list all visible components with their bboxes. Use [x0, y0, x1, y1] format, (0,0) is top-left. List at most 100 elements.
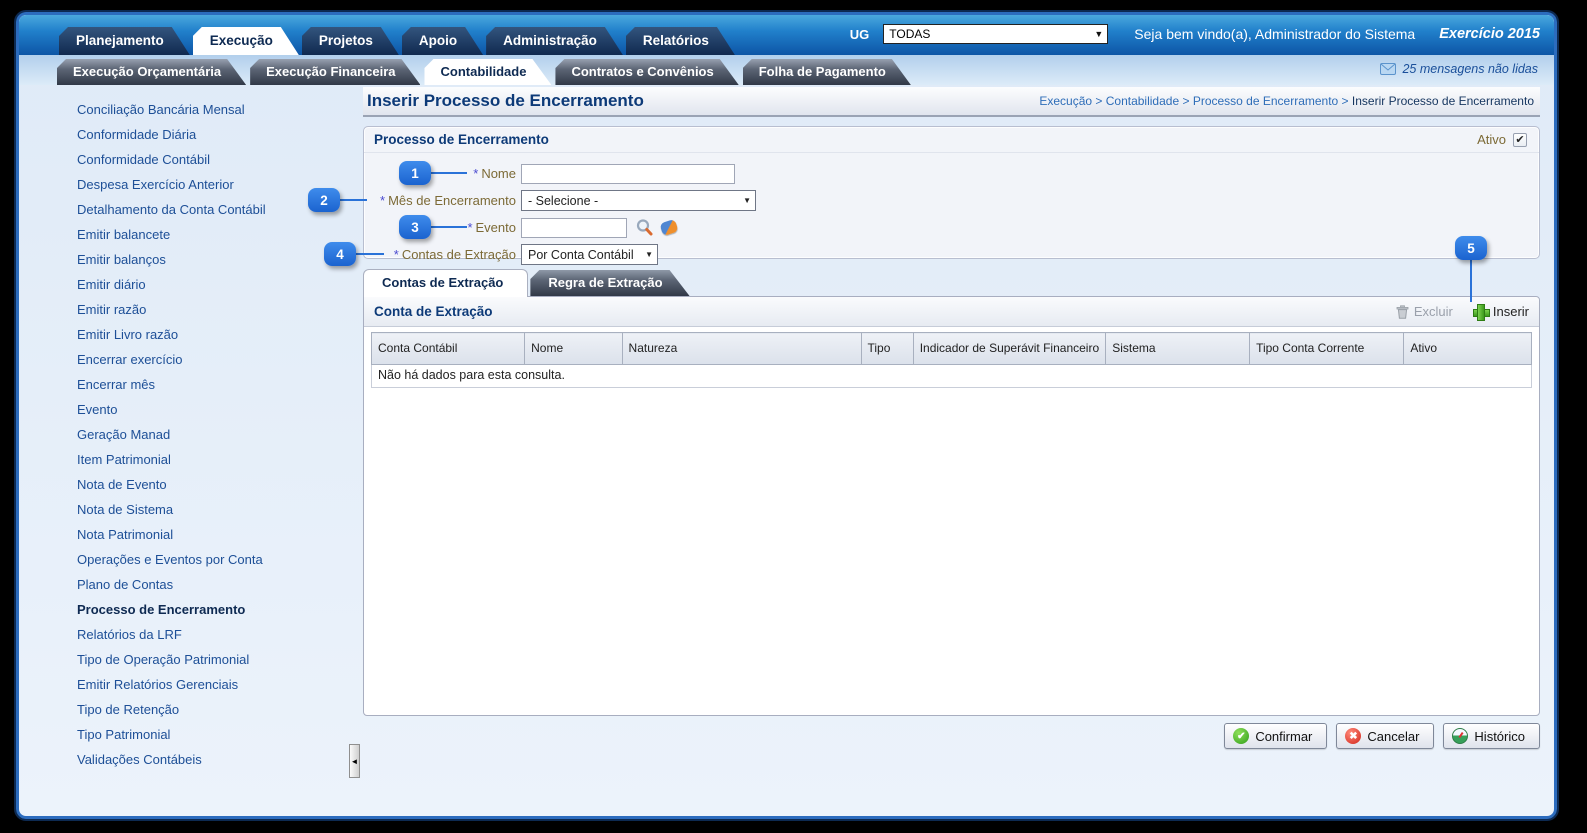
- sidebar-item-emitir-razao[interactable]: Emitir razão: [77, 297, 357, 322]
- sidebar-item-emitir-balancos[interactable]: Emitir balanços: [77, 247, 357, 272]
- ug-select-value: TODAS: [889, 27, 930, 41]
- sidebar-item-tipo-de-operacao-patrimonial[interactable]: Tipo de Operação Patrimonial: [77, 647, 357, 672]
- form-panel-title: Processo de Encerramento: [374, 132, 549, 147]
- form-row-evento: *Evento: [364, 214, 1539, 241]
- confirm-icon: [1233, 728, 1249, 744]
- form-row-mes-encerramento: *Mês de Encerramento - Selecione - ▼: [364, 187, 1539, 214]
- sidebar-item-conformidade-contabil[interactable]: Conformidade Contábil: [77, 147, 357, 172]
- sidebar-item-encerrar-mes[interactable]: Encerrar mês: [77, 372, 357, 397]
- secondary-tab-folha-de-pagamento[interactable]: Folha de Pagamento: [743, 59, 911, 85]
- annotation-connector-2: [340, 199, 367, 201]
- sidebar-item-nota-patrimonial[interactable]: Nota Patrimonial: [77, 522, 357, 547]
- primary-tab-projetos[interactable]: Projetos: [302, 27, 399, 55]
- form-row-contas-extracao: *Contas de Extração Por Conta Contábil ▼: [364, 241, 1539, 268]
- breadcrumb-separator: >: [1092, 94, 1106, 108]
- excluir-button[interactable]: Excluir: [1396, 304, 1453, 319]
- annotation-badge-5: 5: [1455, 236, 1487, 260]
- nome-input[interactable]: [521, 164, 735, 184]
- sidebar-item-encerrar-exercicio[interactable]: Encerrar exercício: [77, 347, 357, 372]
- app-window: PlanejamentoExecuçãoProjetosApoioAdminis…: [16, 12, 1557, 819]
- secondary-tab-execucao-orcamentaria[interactable]: Execução Orçamentária: [57, 59, 246, 85]
- breadcrumb-contabilidade[interactable]: Contabilidade: [1106, 94, 1179, 108]
- sidebar-item-emitir-diario[interactable]: Emitir diário: [77, 272, 357, 297]
- tab-contas-de-extracao[interactable]: Contas de Extração: [363, 269, 528, 297]
- primary-tab-apoio[interactable]: Apoio: [402, 27, 483, 55]
- secondary-tab-execucao-financeira[interactable]: Execução Financeira: [250, 59, 420, 85]
- historico-button[interactable]: Histórico: [1443, 723, 1540, 749]
- sidebar-item-tipo-de-retencao[interactable]: Tipo de Retenção: [77, 697, 357, 722]
- mes-encerramento-select[interactable]: - Selecione - ▼: [521, 190, 756, 211]
- secondary-tab-contabilidade[interactable]: Contabilidade: [424, 59, 551, 85]
- exercise-label: Exercício 2015: [1439, 26, 1540, 42]
- sidebar-item-processo-de-encerramento[interactable]: Processo de Encerramento: [77, 597, 357, 622]
- tab-regra-de-extracao[interactable]: Regra de Extração: [530, 270, 689, 296]
- mes-encerramento-value: - Selecione -: [528, 194, 598, 208]
- form-fields: *Nome *Mês de Encerramento - Selecione -…: [364, 153, 1539, 268]
- top-navigation-bar: PlanejamentoExecuçãoProjetosApoioAdminis…: [19, 15, 1554, 55]
- annotation-badge-4: 4: [324, 242, 356, 266]
- sidebar-item-conciliacao-bancaria-mensal[interactable]: Conciliação Bancária Mensal: [77, 97, 357, 122]
- annotation-connector-5: [1470, 260, 1472, 302]
- column-tipo: Tipo: [861, 333, 913, 365]
- form-actions: Confirmar Cancelar Histórico: [363, 723, 1540, 749]
- sidebar-item-evento[interactable]: Evento: [77, 397, 357, 422]
- messages-link[interactable]: 25 mensagens não lidas: [1380, 62, 1538, 76]
- ativo-label: Ativo: [1477, 132, 1506, 147]
- contas-extracao-label: *Contas de Extração: [364, 247, 516, 262]
- secondary-tab-contratos-e-convenios[interactable]: Contratos e Convênios: [555, 59, 738, 85]
- sidebar-item-nota-de-evento[interactable]: Nota de Evento: [77, 472, 357, 497]
- cancelar-button[interactable]: Cancelar: [1336, 723, 1434, 749]
- sidebar-item-operacoes-e-eventos-por-conta[interactable]: Operações e Eventos por Conta: [77, 547, 357, 572]
- column-indicador-de-superavit-financeiro: Indicador de Superávit Financeiro: [913, 333, 1106, 365]
- sidebar-item-tipo-patrimonial[interactable]: Tipo Patrimonial: [77, 722, 357, 747]
- breadcrumb-separator: >: [1179, 94, 1193, 108]
- primary-tab-planejamento[interactable]: Planejamento: [59, 27, 190, 55]
- eraser-icon[interactable]: [659, 219, 678, 236]
- breadcrumb-execucao[interactable]: Execução: [1039, 94, 1092, 108]
- sidebar-item-nota-de-sistema[interactable]: Nota de Sistema: [77, 497, 357, 522]
- ug-select[interactable]: TODAS ▼: [883, 24, 1108, 44]
- column-conta-contabil: Conta Contábil: [372, 333, 525, 365]
- empty-message: Não há dados para esta consulta.: [371, 365, 1532, 388]
- sidebar-item-relatorios-da-lrf[interactable]: Relatórios da LRF: [77, 622, 357, 647]
- historico-label: Histórico: [1474, 729, 1525, 744]
- evento-input[interactable]: [521, 218, 627, 238]
- page-title: Inserir Processo de Encerramento: [367, 91, 644, 111]
- annotation-badge-2: 2: [308, 188, 340, 212]
- mes-encerramento-label: *Mês de Encerramento: [364, 193, 516, 208]
- chevron-down-icon: ▼: [645, 250, 653, 259]
- primary-nav: PlanejamentoExecuçãoProjetosApoioAdminis…: [59, 27, 738, 55]
- primary-tab-execucao[interactable]: Execução: [193, 27, 299, 55]
- breadcrumb-processo-de-encerramento[interactable]: Processo de Encerramento: [1193, 94, 1338, 108]
- sidebar-item-emitir-livro-razao[interactable]: Emitir Livro razão: [77, 322, 357, 347]
- primary-tab-administracao[interactable]: Administração: [486, 27, 623, 55]
- sidebar-item-emitir-balancete[interactable]: Emitir balancete: [77, 222, 357, 247]
- breadcrumb: Execução > Contabilidade > Processo de E…: [1039, 94, 1534, 108]
- mail-icon: [1380, 63, 1396, 75]
- sidebar-item-emitir-relatorios-gerenciais[interactable]: Emitir Relatórios Gerenciais: [77, 672, 357, 697]
- required-marker: *: [380, 193, 385, 208]
- inserir-button[interactable]: Inserir: [1473, 304, 1529, 319]
- main-content: Inserir Processo de Encerramento Execuçã…: [357, 85, 1554, 816]
- sidebar-item-plano-de-contas[interactable]: Plano de Contas: [77, 572, 357, 597]
- sidebar-item-item-patrimonial[interactable]: Item Patrimonial: [77, 447, 357, 472]
- sidebar-item-validacoes-contabeis[interactable]: Validações Contábeis: [77, 747, 357, 772]
- ativo-checkbox[interactable]: ✔: [1513, 133, 1527, 147]
- breadcrumb-inserir-processo-de-encerramento[interactable]: Inserir Processo de Encerramento: [1352, 94, 1534, 108]
- confirmar-button[interactable]: Confirmar: [1224, 723, 1327, 749]
- primary-tab-relatorios[interactable]: Relatórios: [626, 27, 735, 55]
- grid-panel: Conta de Extração Excluir: [363, 296, 1540, 716]
- form-row-nome: *Nome: [364, 160, 1539, 187]
- chevron-down-icon: ▼: [743, 196, 751, 205]
- extraction-tabs: Contas de ExtraçãoRegra de Extração: [363, 269, 1540, 296]
- column-ativo: Ativo: [1404, 333, 1532, 365]
- sidebar-item-geracao-manad[interactable]: Geração Manad: [77, 422, 357, 447]
- plus-icon: [1473, 304, 1488, 319]
- chevron-down-icon: ▼: [1094, 29, 1103, 39]
- required-marker: *: [473, 166, 478, 181]
- breadcrumb-separator: >: [1338, 94, 1352, 108]
- sidebar-item-conformidade-diaria[interactable]: Conformidade Diária: [77, 122, 357, 147]
- search-icon[interactable]: [635, 218, 654, 237]
- contas-extracao-select[interactable]: Por Conta Contábil ▼: [521, 244, 658, 265]
- grid-title: Conta de Extração: [374, 304, 493, 319]
